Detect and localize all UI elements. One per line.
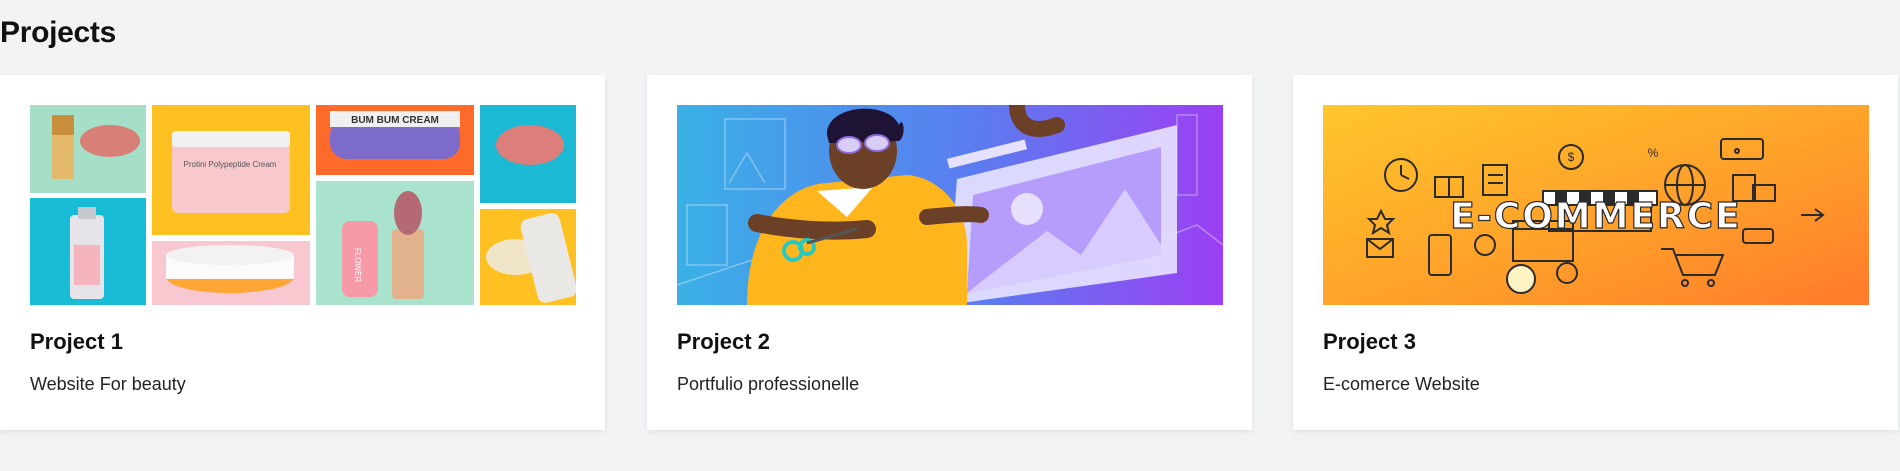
project-card-3[interactable]: $ % E-COMMERCE Project 3 E-comerce Websi… <box>1293 75 1898 430</box>
page-title: Projects <box>0 16 116 49</box>
project-card-1[interactable]: Protini Polypeptide Cream BUM BUM CREAM … <box>0 75 605 430</box>
body-butter-label-text: BUM BUM CREAM <box>351 115 439 126</box>
svg-text:$: $ <box>1568 150 1575 164</box>
project-3-description: E-comerce Website <box>1323 374 1480 394</box>
project-2-image <box>677 105 1223 305</box>
project-3-image: $ % E-COMMERCE <box>1323 105 1869 305</box>
project-2-description: Portfulio professionelle <box>677 374 860 394</box>
project-2-title[interactable]: Project 2 <box>677 329 770 355</box>
jar-label-text: Protini Polypeptide Cream <box>184 160 277 169</box>
project-1-description: Website For beauty <box>30 374 186 394</box>
projects-grid: Protini Polypeptide Cream BUM BUM CREAM … <box>0 75 1900 430</box>
svg-text:%: % <box>1648 146 1659 160</box>
project-1-image: Protini Polypeptide Cream BUM BUM CREAM … <box>30 105 576 305</box>
ecommerce-banner-text: E-COMMERCE <box>1450 196 1742 237</box>
project-card-2[interactable]: Project 2 Portfulio professionelle <box>647 75 1252 430</box>
project-3-title[interactable]: Project 3 <box>1323 329 1416 355</box>
project-1-title[interactable]: Project 1 <box>30 329 123 355</box>
tube-label-text: FLOWER <box>353 248 362 282</box>
